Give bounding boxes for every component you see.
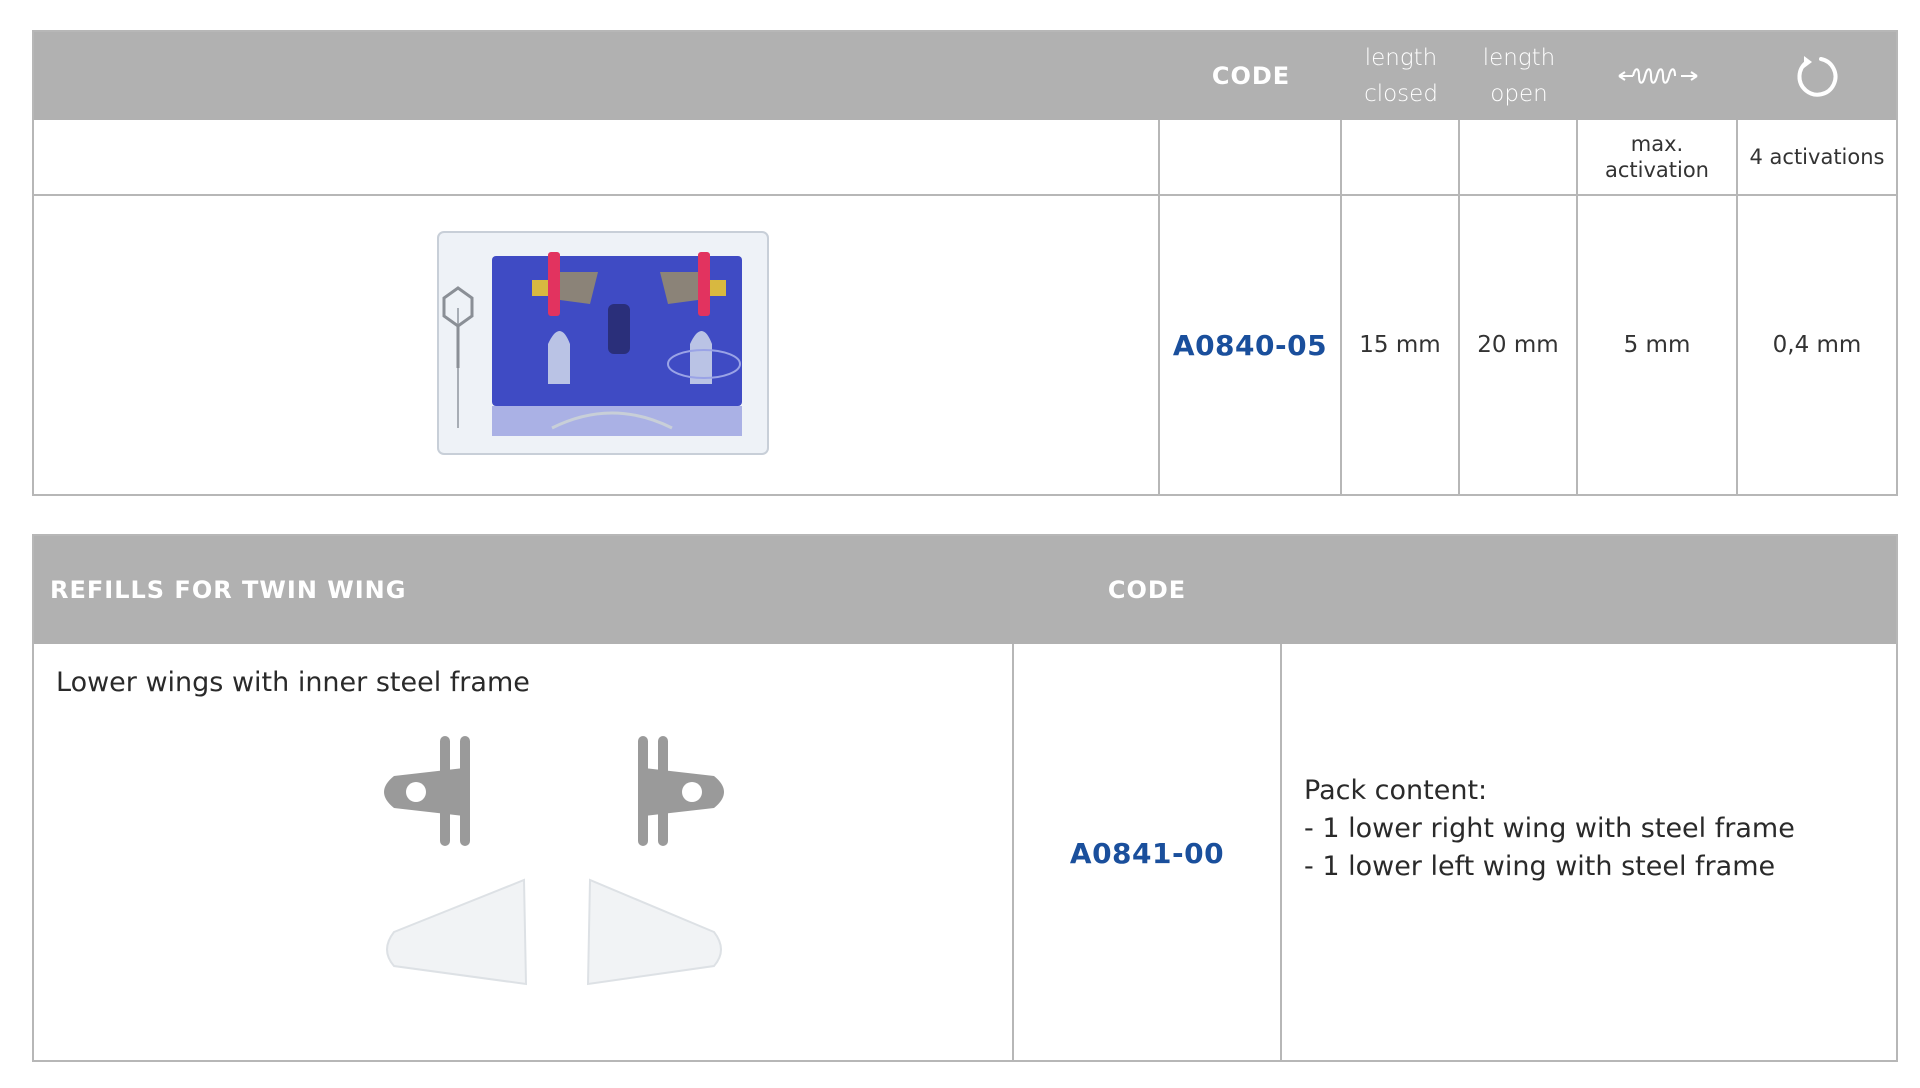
max-activation-line2: activation [1604, 158, 1709, 182]
length-open-value: 20 mm [1477, 332, 1559, 358]
refills-title: REFILLS FOR TWIN WING [50, 576, 407, 604]
refills-table: REFILLS FOR TWIN WING CODE Lower wings w… [32, 534, 1898, 1062]
activations-subheader: 4 activations [1749, 145, 1885, 169]
length-closed-value: 15 mm [1359, 332, 1441, 358]
length-closed-line2: closed [1364, 81, 1438, 107]
pack-content: Pack content: - 1 lower right wing with … [1304, 772, 1884, 886]
length-open-line1: length [1482, 45, 1556, 71]
product-table: CODE length closed length open max. acti… [32, 30, 1898, 496]
spring-icon [1578, 32, 1738, 120]
length-open-header: length open [1460, 32, 1578, 120]
refill-description: Lower wings with inner steel frame [56, 667, 530, 698]
wings-image [354, 732, 754, 1032]
length-closed-line1: length [1364, 45, 1438, 71]
length-open-line2: open [1490, 81, 1548, 107]
rotate-icon [1738, 32, 1898, 120]
activation-value: 0,4 mm [1772, 332, 1862, 358]
pack-item: - 1 lower left wing with steel frame [1304, 851, 1776, 882]
refill-code: A0841-00 [1069, 836, 1225, 870]
divider [1280, 644, 1282, 1060]
max-activation-line1: max. [1630, 132, 1684, 156]
code-column-header: CODE [1211, 62, 1291, 90]
product-table-header: CODE length closed length open [34, 32, 1896, 120]
max-activation-subheader: max. activation [1578, 120, 1736, 194]
max-activation-value: 5 mm [1623, 332, 1691, 358]
code-column-header: CODE [1107, 576, 1187, 604]
pack-item: - 1 lower right wing with steel frame [1304, 813, 1795, 844]
pack-title: Pack content: [1304, 775, 1488, 806]
length-closed-header: length closed [1342, 32, 1460, 120]
product-box-image [402, 228, 772, 468]
refills-table-header: REFILLS FOR TWIN WING CODE [34, 536, 1896, 644]
product-code: A0840-05 [1172, 328, 1328, 362]
